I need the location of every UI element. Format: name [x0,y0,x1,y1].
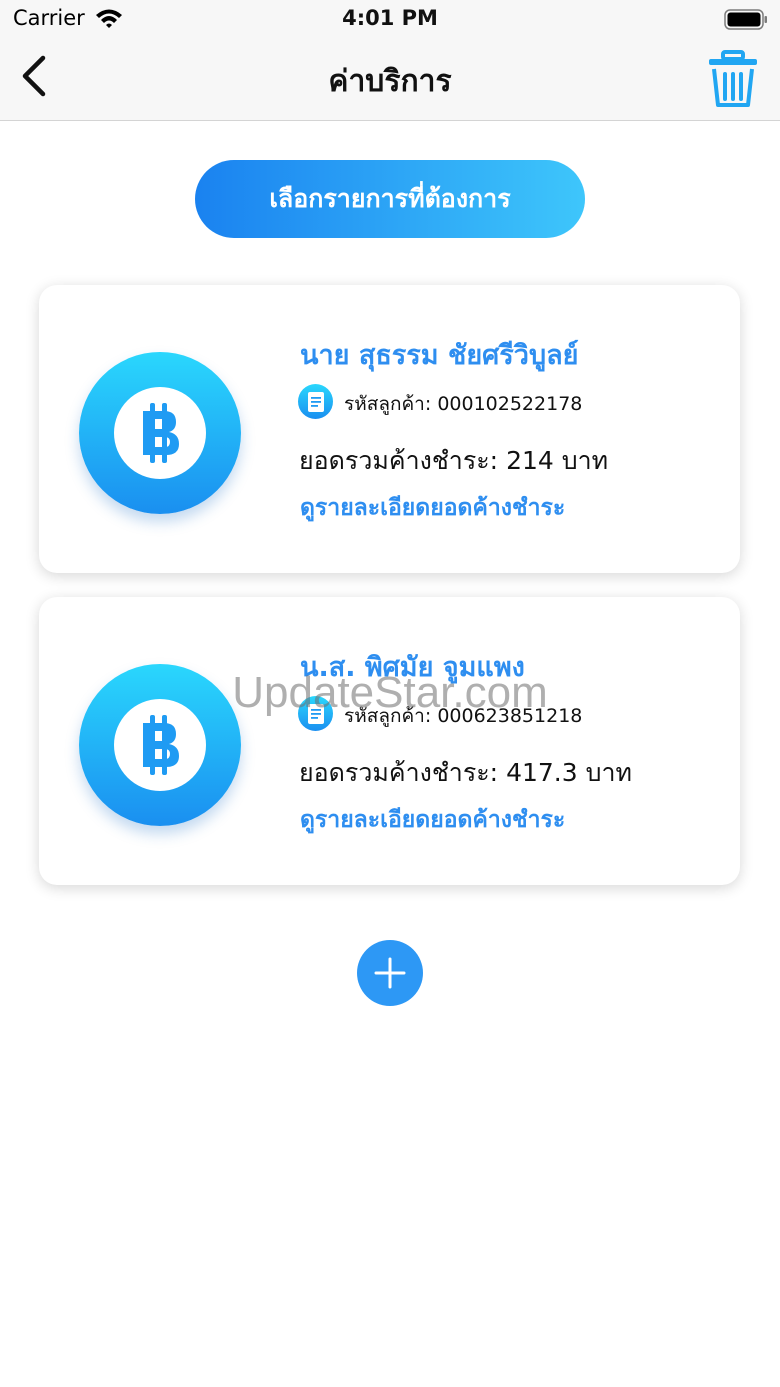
outstanding-amount: 214 [506,446,554,475]
customer-id-row: รหัสลูกค้า: 000623851218 [344,701,582,731]
customer-id-label: รหัสลูกค้า: [344,705,432,727]
bitcoin-icon [143,403,179,463]
customer-name: นาย สุธรรม ชัยศรีวิบูลย์ [300,340,579,371]
outstanding-label: ยอดรวมค้างชำระ: [299,758,499,787]
view-details-link[interactable]: ดูรายละเอียดยอดค้างชำระ [300,802,565,838]
battery-icon [724,9,767,30]
status-time: 4:01 PM [342,6,438,30]
customer-id-value: 000623851218 [437,705,583,727]
trash-icon [709,50,757,107]
navigation-bar: ค่าบริการ [0,40,780,121]
page-title: ค่าบริการ [328,64,452,99]
customer-id-label: รหัสลูกค้า: [344,393,432,415]
coin-badge [79,352,241,514]
add-customer-button[interactable] [357,940,423,1006]
customer-name: น.ส. พิศมัย จูมแพง [300,652,525,683]
select-items-button[interactable]: เลือกรายการที่ต้องการ [195,160,585,238]
customer-id-row: รหัสลูกค้า: 000102522178 [344,389,582,419]
document-icon [298,384,333,419]
app-screen: Carrier 4:01 PM ค่าบริการ เลือกรายการที่… [0,0,780,1387]
currency-label: บาท [585,758,632,787]
bitcoin-icon [143,715,179,775]
view-details-link[interactable]: ดูรายละเอียดยอดค้างชำระ [300,490,565,526]
currency-label: บาท [561,446,609,475]
document-icon [298,696,333,731]
customer-id-value: 000102522178 [437,393,583,415]
coin-badge [79,664,241,826]
outstanding-label: ยอดรวมค้างชำระ: [299,446,499,475]
status-bar: Carrier 4:01 PM [0,0,780,40]
outstanding-amount: 417.3 [506,758,578,787]
customer-card[interactable]: น.ส. พิศมัย จูมแพง รหัสลูกค้า: 000623851… [39,597,740,885]
customer-card[interactable]: นาย สุธรรม ชัยศรีวิบูลย์ รหัสลูกค้า: 000… [39,285,740,573]
outstanding-row: ยอดรวมค้างชำระ: 417.3 บาท [299,753,632,793]
outstanding-row: ยอดรวมค้างชำระ: 214 บาท [299,441,608,481]
plus-icon [374,957,406,989]
delete-button[interactable] [706,49,760,109]
